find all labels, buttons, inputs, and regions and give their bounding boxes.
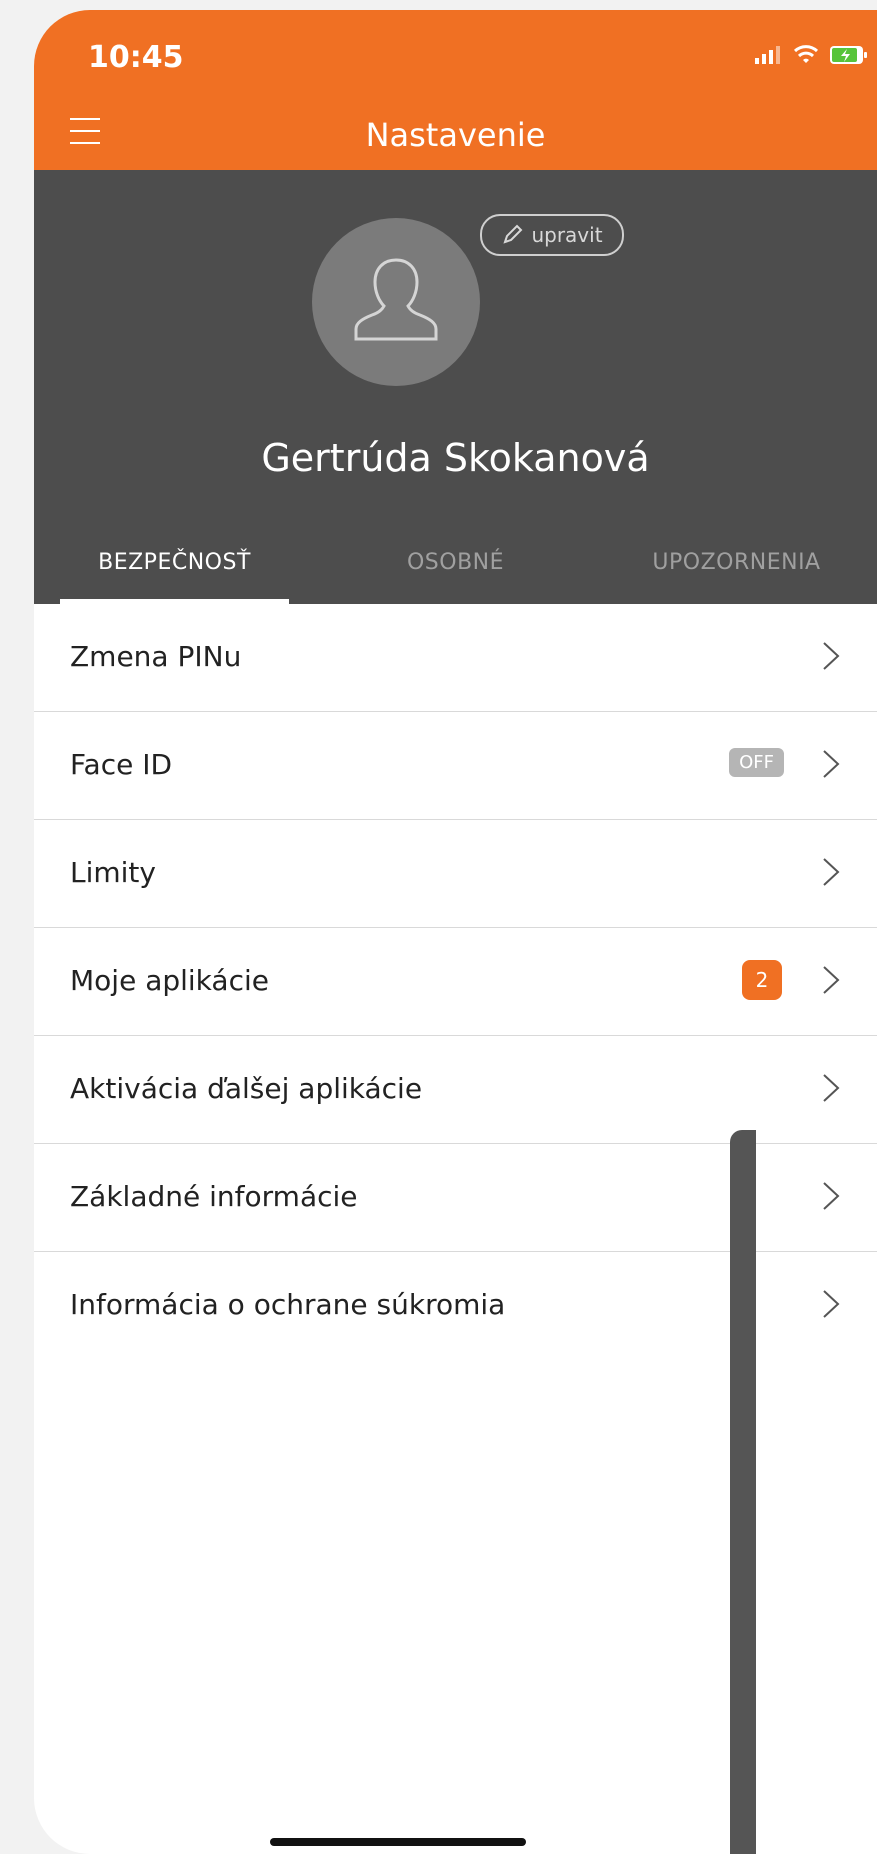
menu-item-label: Limity: [70, 856, 156, 889]
signal-icon: [755, 46, 780, 64]
menu-item-label: Face ID: [70, 748, 173, 781]
tab-bezpecnost[interactable]: BEZPEČNOSŤ: [34, 540, 315, 604]
menu-item-label: Aktivácia ďalšej aplikácie: [70, 1072, 423, 1105]
person-silhouette-icon: [354, 258, 438, 341]
menu-item-label: Moje aplikácie: [70, 964, 269, 997]
wifi-icon: [793, 45, 819, 63]
chevron-right-icon: [823, 858, 840, 886]
edit-profile-button[interactable]: upravit: [480, 214, 624, 256]
menu-item-moje-aplikacie[interactable]: Moje aplikácie 2: [34, 928, 877, 1036]
pencil-icon: [503, 224, 523, 244]
menu-item-zmena-pinu[interactable]: Zmena PINu: [34, 604, 877, 712]
menu-item-label: Základné informácie: [70, 1180, 358, 1213]
tab-upozornenia[interactable]: UPOZORNENIA: [596, 540, 877, 604]
tab-osobne[interactable]: OSOBNÉ: [315, 540, 596, 604]
chevron-right-icon: [823, 966, 840, 994]
avatar[interactable]: [312, 218, 480, 386]
menu-item-label: Informácia o ochrane súkromia: [70, 1288, 506, 1321]
tab-bar: BEZPEČNOSŤ OSOBNÉ UPOZORNENIA: [34, 540, 877, 604]
app-header: 10:45 Nastavenie: [34, 10, 877, 170]
page-title: Nastavenie: [365, 116, 546, 154]
status-time: 10:45: [88, 40, 184, 75]
user-name: Gertrúda Skokanová: [261, 436, 650, 480]
count-badge: 2: [742, 960, 782, 1000]
chevron-right-icon: [823, 750, 840, 778]
phone-screen: 10:45 Nastavenie upravit Gertrúda Skokan…: [34, 10, 877, 1854]
chevron-right-icon: [823, 1074, 840, 1102]
menu-item-limity[interactable]: Limity: [34, 820, 877, 928]
chevron-right-icon: [823, 642, 840, 670]
menu-item-face-id[interactable]: Face ID OFF: [34, 712, 877, 820]
menu-item-aktivacia[interactable]: Aktivácia ďalšej aplikácie: [34, 1036, 877, 1144]
profile-section: upravit Gertrúda Skokanová BEZPEČNOSŤ OS…: [34, 170, 877, 604]
status-icons: [755, 44, 869, 66]
chevron-right-icon: [823, 1182, 840, 1210]
status-badge: OFF: [729, 748, 784, 777]
home-indicator[interactable]: [270, 1838, 526, 1846]
chevron-right-icon: [823, 1290, 840, 1318]
battery-icon: [830, 46, 867, 64]
edit-profile-label: upravit: [531, 223, 603, 247]
version-tab[interactable]: [730, 1130, 756, 1854]
menu-item-label: Zmena PINu: [70, 640, 242, 673]
